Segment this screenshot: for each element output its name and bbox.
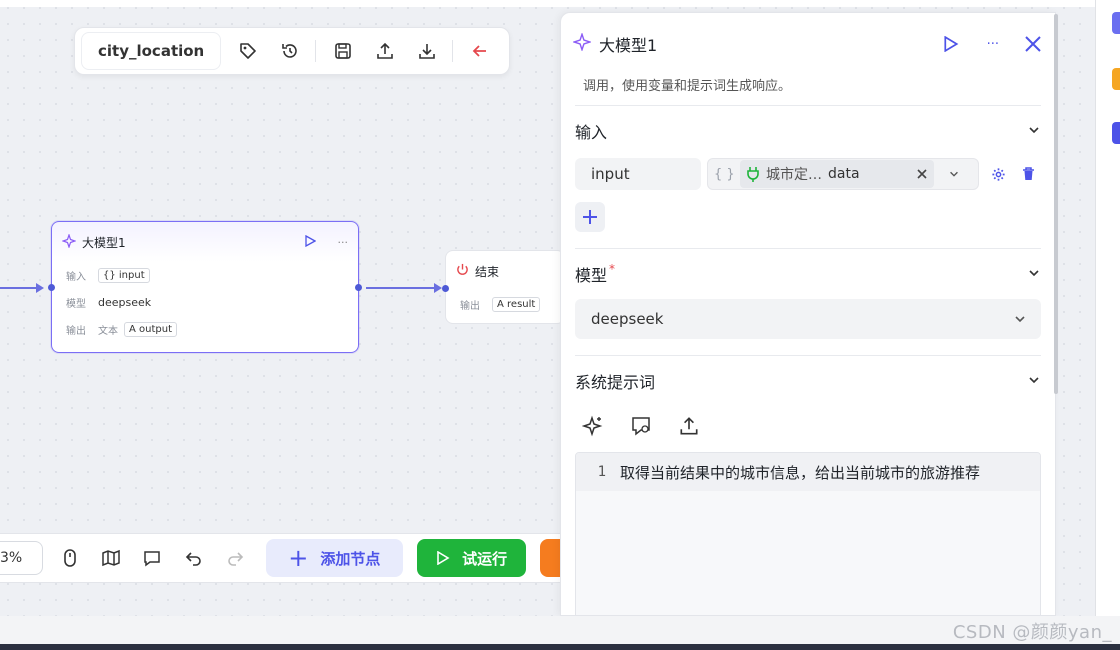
add-node-button[interactable]: + 添加节点 xyxy=(265,539,403,577)
watermark: CSDN @颜颜yan_ xyxy=(952,622,1112,643)
edge-llm-end-arrow xyxy=(434,283,442,293)
add-input-button[interactable] xyxy=(575,202,605,232)
system-prompt-editor[interactable]: 1 取得当前结果中的城市信息，给出当前城市的旅游推荐 xyxy=(575,452,1041,615)
node-model-label: 模型 xyxy=(66,299,86,310)
chevron-down-icon[interactable] xyxy=(1027,265,1041,284)
line-number: 1 xyxy=(597,464,606,480)
flow-name[interactable]: city_location xyxy=(81,32,222,70)
panel-title: 大模型1 xyxy=(599,36,658,55)
power-icon xyxy=(456,263,469,279)
model-select-value: deepseek xyxy=(591,310,664,328)
end-node-title: 结束 xyxy=(475,264,500,279)
sparkle-icon xyxy=(61,232,77,251)
end-output-chip: A result xyxy=(492,297,541,312)
test-run-button[interactable]: 试运行 xyxy=(416,539,527,577)
plus-icon: + xyxy=(288,544,309,572)
exit-arrow-icon[interactable] xyxy=(465,36,495,66)
prompt-section-title: 系统提示词 xyxy=(575,373,656,392)
edge-llm-end xyxy=(366,287,436,289)
input-var-name-field[interactable]: input xyxy=(575,158,701,190)
model-section-title: 模型 xyxy=(575,266,608,285)
required-mark: * xyxy=(609,262,616,276)
plugin-icon[interactable] xyxy=(1112,122,1120,144)
node-output-label: 输出 xyxy=(66,326,86,337)
prompt-text: 取得当前结果中的城市信息，给出当前城市的旅游推荐 xyxy=(620,463,981,482)
ref-source-name: 城市定… xyxy=(766,167,822,183)
play-icon[interactable] xyxy=(304,234,316,250)
end-node[interactable]: 结束 输出 A result xyxy=(442,250,565,324)
end-input-port[interactable] xyxy=(442,285,449,292)
ref-field-name: data xyxy=(828,166,860,182)
chevron-down-icon[interactable] xyxy=(1027,372,1041,391)
upload-icon[interactable] xyxy=(675,412,703,440)
tag-icon[interactable] xyxy=(233,36,263,66)
mouse-icon[interactable] xyxy=(55,543,84,573)
ref-chip: 城市定… data xyxy=(740,160,934,188)
input-var-ref-field[interactable]: { } 城市定… data xyxy=(707,158,979,190)
model-section-header[interactable]: 模型 * xyxy=(561,249,1055,299)
panel-description: 调用，使用变量和提示词生成响应。 xyxy=(583,79,792,94)
input-section-title: 输入 xyxy=(575,123,608,142)
model-select[interactable]: deepseek xyxy=(575,299,1041,339)
node-output-type: 文本 xyxy=(98,326,118,337)
map-icon[interactable] xyxy=(96,543,125,573)
end-output-label: 输出 xyxy=(460,301,480,312)
zoom-level[interactable]: 3% xyxy=(0,541,44,575)
toolbar-divider xyxy=(315,40,317,62)
chevron-down-icon xyxy=(1013,312,1027,326)
undo-icon[interactable] xyxy=(179,543,208,573)
prompt-library-icon[interactable] xyxy=(627,412,655,440)
top-strip xyxy=(0,0,1120,7)
top-toolbar: city_location xyxy=(74,27,510,75)
history-icon[interactable] xyxy=(275,36,305,66)
edge-in xyxy=(0,287,36,289)
prompt-section-header[interactable]: 系统提示词 xyxy=(561,356,1055,406)
app-icon[interactable] xyxy=(1112,12,1120,34)
download-icon[interactable] xyxy=(412,36,442,66)
add-node-label: 添加节点 xyxy=(320,549,381,568)
taskbar-strip xyxy=(0,644,1120,650)
side-strip xyxy=(1095,0,1120,650)
gear-icon[interactable] xyxy=(991,167,1006,182)
plug-icon xyxy=(746,166,760,182)
upload-icon[interactable] xyxy=(370,36,400,66)
toolbar-divider xyxy=(452,40,454,62)
panel-scrollbar[interactable] xyxy=(1054,14,1058,394)
ai-optimize-icon[interactable] xyxy=(579,412,607,440)
llm-node[interactable]: 大模型1 ··· 输入 {} input 模型 deepseek 输出 文本 A… xyxy=(48,221,362,353)
sparkle-icon xyxy=(572,32,592,55)
chevron-down-icon[interactable] xyxy=(1027,122,1041,141)
close-icon[interactable] xyxy=(1023,34,1043,54)
variable-brace-icon: { } xyxy=(714,166,735,182)
play-icon xyxy=(436,551,450,565)
comment-icon[interactable] xyxy=(138,543,167,573)
save-icon[interactable] xyxy=(328,36,358,66)
llm-output-port[interactable] xyxy=(355,284,362,291)
llm-node-title: 大模型1 xyxy=(82,235,126,250)
edge-in-arrow xyxy=(36,283,44,293)
more-icon[interactable]: ··· xyxy=(338,236,349,249)
run-node-icon[interactable] xyxy=(943,36,959,52)
trash-icon[interactable] xyxy=(1022,167,1035,181)
node-model-value: deepseek xyxy=(98,296,152,309)
input-section-header[interactable]: 输入 xyxy=(561,106,1055,156)
chevron-down-icon[interactable] xyxy=(948,168,960,180)
publish-button[interactable] xyxy=(540,539,561,577)
node-output-chip: A output xyxy=(124,322,178,337)
llm-input-port[interactable] xyxy=(48,284,55,291)
bottom-toolbar: 3% + 添加节点 试运行 xyxy=(0,533,561,583)
node-input-chip: {} input xyxy=(98,268,150,283)
node-input-label: 输入 xyxy=(66,272,86,283)
redo-icon[interactable] xyxy=(221,543,250,573)
node-config-panel: 大模型1 ··· 调用，使用变量和提示词生成响应。 输入 input { } 城… xyxy=(560,12,1056,616)
more-icon[interactable]: ··· xyxy=(987,37,999,52)
clear-icon[interactable] xyxy=(916,168,928,180)
folder-icon[interactable] xyxy=(1112,68,1120,90)
test-run-label: 试运行 xyxy=(462,549,508,568)
